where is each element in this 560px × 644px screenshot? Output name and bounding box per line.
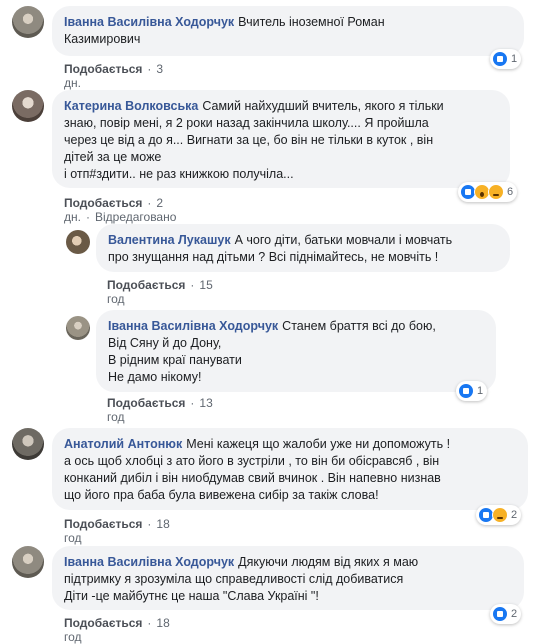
reaction-count: 6 — [507, 186, 514, 198]
like-button[interactable]: Подобається — [64, 517, 142, 531]
comment-bubble: Катерина Волковська Самий найхудший вчите… — [52, 90, 510, 188]
sad-icon — [488, 184, 504, 200]
reaction-summary[interactable]: 1 — [490, 49, 522, 69]
like-button[interactable]: Подобається — [64, 616, 142, 630]
comment-actions: Подобається · 15 год — [107, 278, 213, 306]
comment-actions: Подобається · 2 дн. · Відредаговано — [64, 196, 176, 224]
avatar[interactable] — [12, 428, 44, 460]
comment-bubble: Іванна Василівна Ходорчук Станем браття в… — [96, 310, 496, 392]
reaction-summary[interactable]: 6 — [458, 182, 518, 202]
separator-dot: · — [147, 616, 152, 630]
avatar[interactable] — [66, 230, 90, 254]
separator-dot: · — [147, 62, 152, 76]
like-button[interactable]: Подобається — [64, 196, 142, 210]
comment-bubble: Іванна Василівна Ходорчук Вчитель іноземн… — [52, 6, 524, 56]
separator-dot: · — [190, 278, 195, 292]
reaction-summary[interactable]: 2 — [490, 604, 522, 624]
reaction-summary[interactable]: 2 — [476, 505, 522, 525]
like-button[interactable]: Подобається — [64, 62, 142, 76]
comment-author[interactable]: Іванна Василівна Ходорчук — [108, 319, 278, 333]
comment-author[interactable]: Катерина Волковська — [64, 99, 198, 113]
like-icon — [458, 383, 474, 399]
reaction-count: 1 — [511, 53, 518, 65]
comment-bubble: Іванна Василівна Ходорчук Дякуючи людям в… — [52, 546, 524, 610]
separator-dot: · — [85, 210, 90, 224]
like-button[interactable]: Подобається — [107, 396, 185, 410]
comment-author[interactable]: Іванна Василівна Ходорчук — [64, 15, 234, 29]
comment-bubble: Валентина Лукашук А чого діти, батьки мов… — [96, 224, 510, 272]
like-icon — [492, 606, 508, 622]
comment-author[interactable]: Іванна Василівна Ходорчук — [64, 555, 234, 569]
comment-bubble: Анатолий Антонюк Мені кажеця що жалоби уж… — [52, 428, 528, 510]
comment-author[interactable]: Валентина Лукашук — [108, 233, 231, 247]
separator-dot: · — [190, 396, 195, 410]
separator-dot: · — [147, 196, 152, 210]
comment-author[interactable]: Анатолий Антонюк — [64, 437, 182, 451]
like-button[interactable]: Подобається — [107, 278, 185, 292]
comment-actions: Подобається · 18 год — [64, 517, 170, 545]
reaction-summary[interactable]: 1 — [456, 381, 488, 401]
like-icon — [492, 51, 508, 67]
avatar[interactable] — [66, 316, 90, 340]
edited-label[interactable]: Відредаговано — [95, 210, 176, 224]
reaction-count: 2 — [511, 509, 518, 521]
comment-actions: Подобається · 13 год — [107, 396, 213, 424]
sad-icon — [492, 507, 508, 523]
avatar[interactable] — [12, 90, 44, 122]
avatar[interactable] — [12, 6, 44, 38]
separator-dot: · — [147, 517, 152, 531]
avatar[interactable] — [12, 546, 44, 578]
reaction-count: 2 — [511, 608, 518, 620]
comment-actions: Подобається · 18 год — [64, 616, 170, 644]
reaction-count: 1 — [477, 385, 484, 397]
comment-actions: Подобається · 3 дн. — [64, 62, 163, 90]
